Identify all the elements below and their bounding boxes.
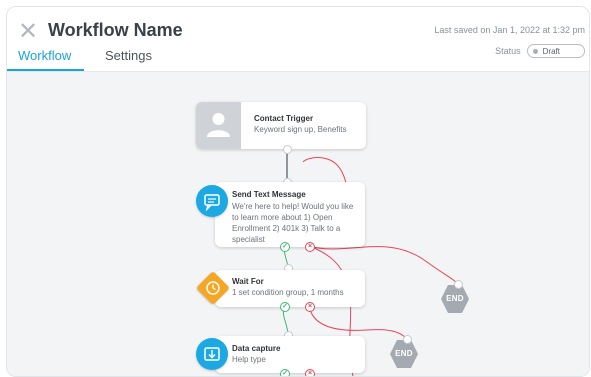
node-wait-for[interactable]: Wait For 1 set condition group, 1 months [215, 270, 365, 307]
node-title: Data capture [232, 344, 281, 353]
end-label: END [446, 294, 464, 303]
tab-settings[interactable]: Settings [105, 48, 152, 63]
status-badge[interactable]: Draft [526, 44, 585, 58]
status-row: Status Draft [495, 44, 585, 58]
status-value: Draft [542, 46, 560, 56]
last-saved-text: Last saved on Jan 1, 2022 at 1:32 pm [434, 25, 585, 35]
no-branch-port[interactable]: × [305, 242, 315, 252]
no-branch-port[interactable]: × [305, 369, 315, 376]
node-message-body: We're here to help! Would you like to le… [232, 202, 354, 244]
node-output-port[interactable] [283, 145, 292, 154]
download-icon [196, 338, 228, 370]
node-contact-trigger[interactable]: Contact Trigger Keyword sign up, Benefit… [196, 102, 366, 149]
node-title: Send Text Message [232, 190, 306, 199]
close-icon[interactable]: ✕ [17, 20, 39, 44]
node-input-port[interactable] [454, 280, 463, 289]
workflow-editor-window: ✕ Workflow Name Last saved on Jan 1, 202… [6, 6, 590, 377]
yes-branch-port[interactable]: ✓ [280, 369, 290, 376]
header: ✕ Workflow Name Last saved on Jan 1, 202… [7, 7, 589, 72]
message-icon [196, 185, 228, 217]
workflow-canvas[interactable]: Contact Trigger Keyword sign up, Benefit… [7, 72, 589, 376]
node-title: Contact Trigger [254, 114, 314, 123]
status-dot-icon [532, 48, 538, 54]
yes-branch-port[interactable]: ✓ [280, 302, 290, 312]
clock-icon [196, 271, 230, 305]
node-data-capture[interactable]: Data capture Help type [215, 336, 365, 373]
yes-branch-port[interactable]: ✓ [280, 242, 290, 252]
end-node[interactable]: END [440, 284, 470, 314]
no-branch-port[interactable]: × [305, 302, 315, 312]
end-node[interactable]: END [389, 339, 419, 369]
node-send-text-message[interactable]: Send Text Message We're here to help! Wo… [215, 182, 365, 247]
node-subtitle: Keyword sign up, Benefits [254, 125, 347, 134]
end-label: END [395, 349, 413, 358]
node-input-port[interactable] [403, 335, 412, 344]
workflow-title[interactable]: Workflow Name [48, 20, 183, 41]
node-subtitle: 1 set condition group, 1 months [232, 288, 344, 297]
tab-workflow[interactable]: Workflow [18, 48, 71, 63]
node-title: Wait For [232, 277, 264, 286]
node-subtitle: Help type [232, 355, 266, 364]
link-wait-no-to-end [308, 304, 407, 339]
person-icon [196, 102, 241, 149]
status-label: Status [495, 46, 521, 56]
